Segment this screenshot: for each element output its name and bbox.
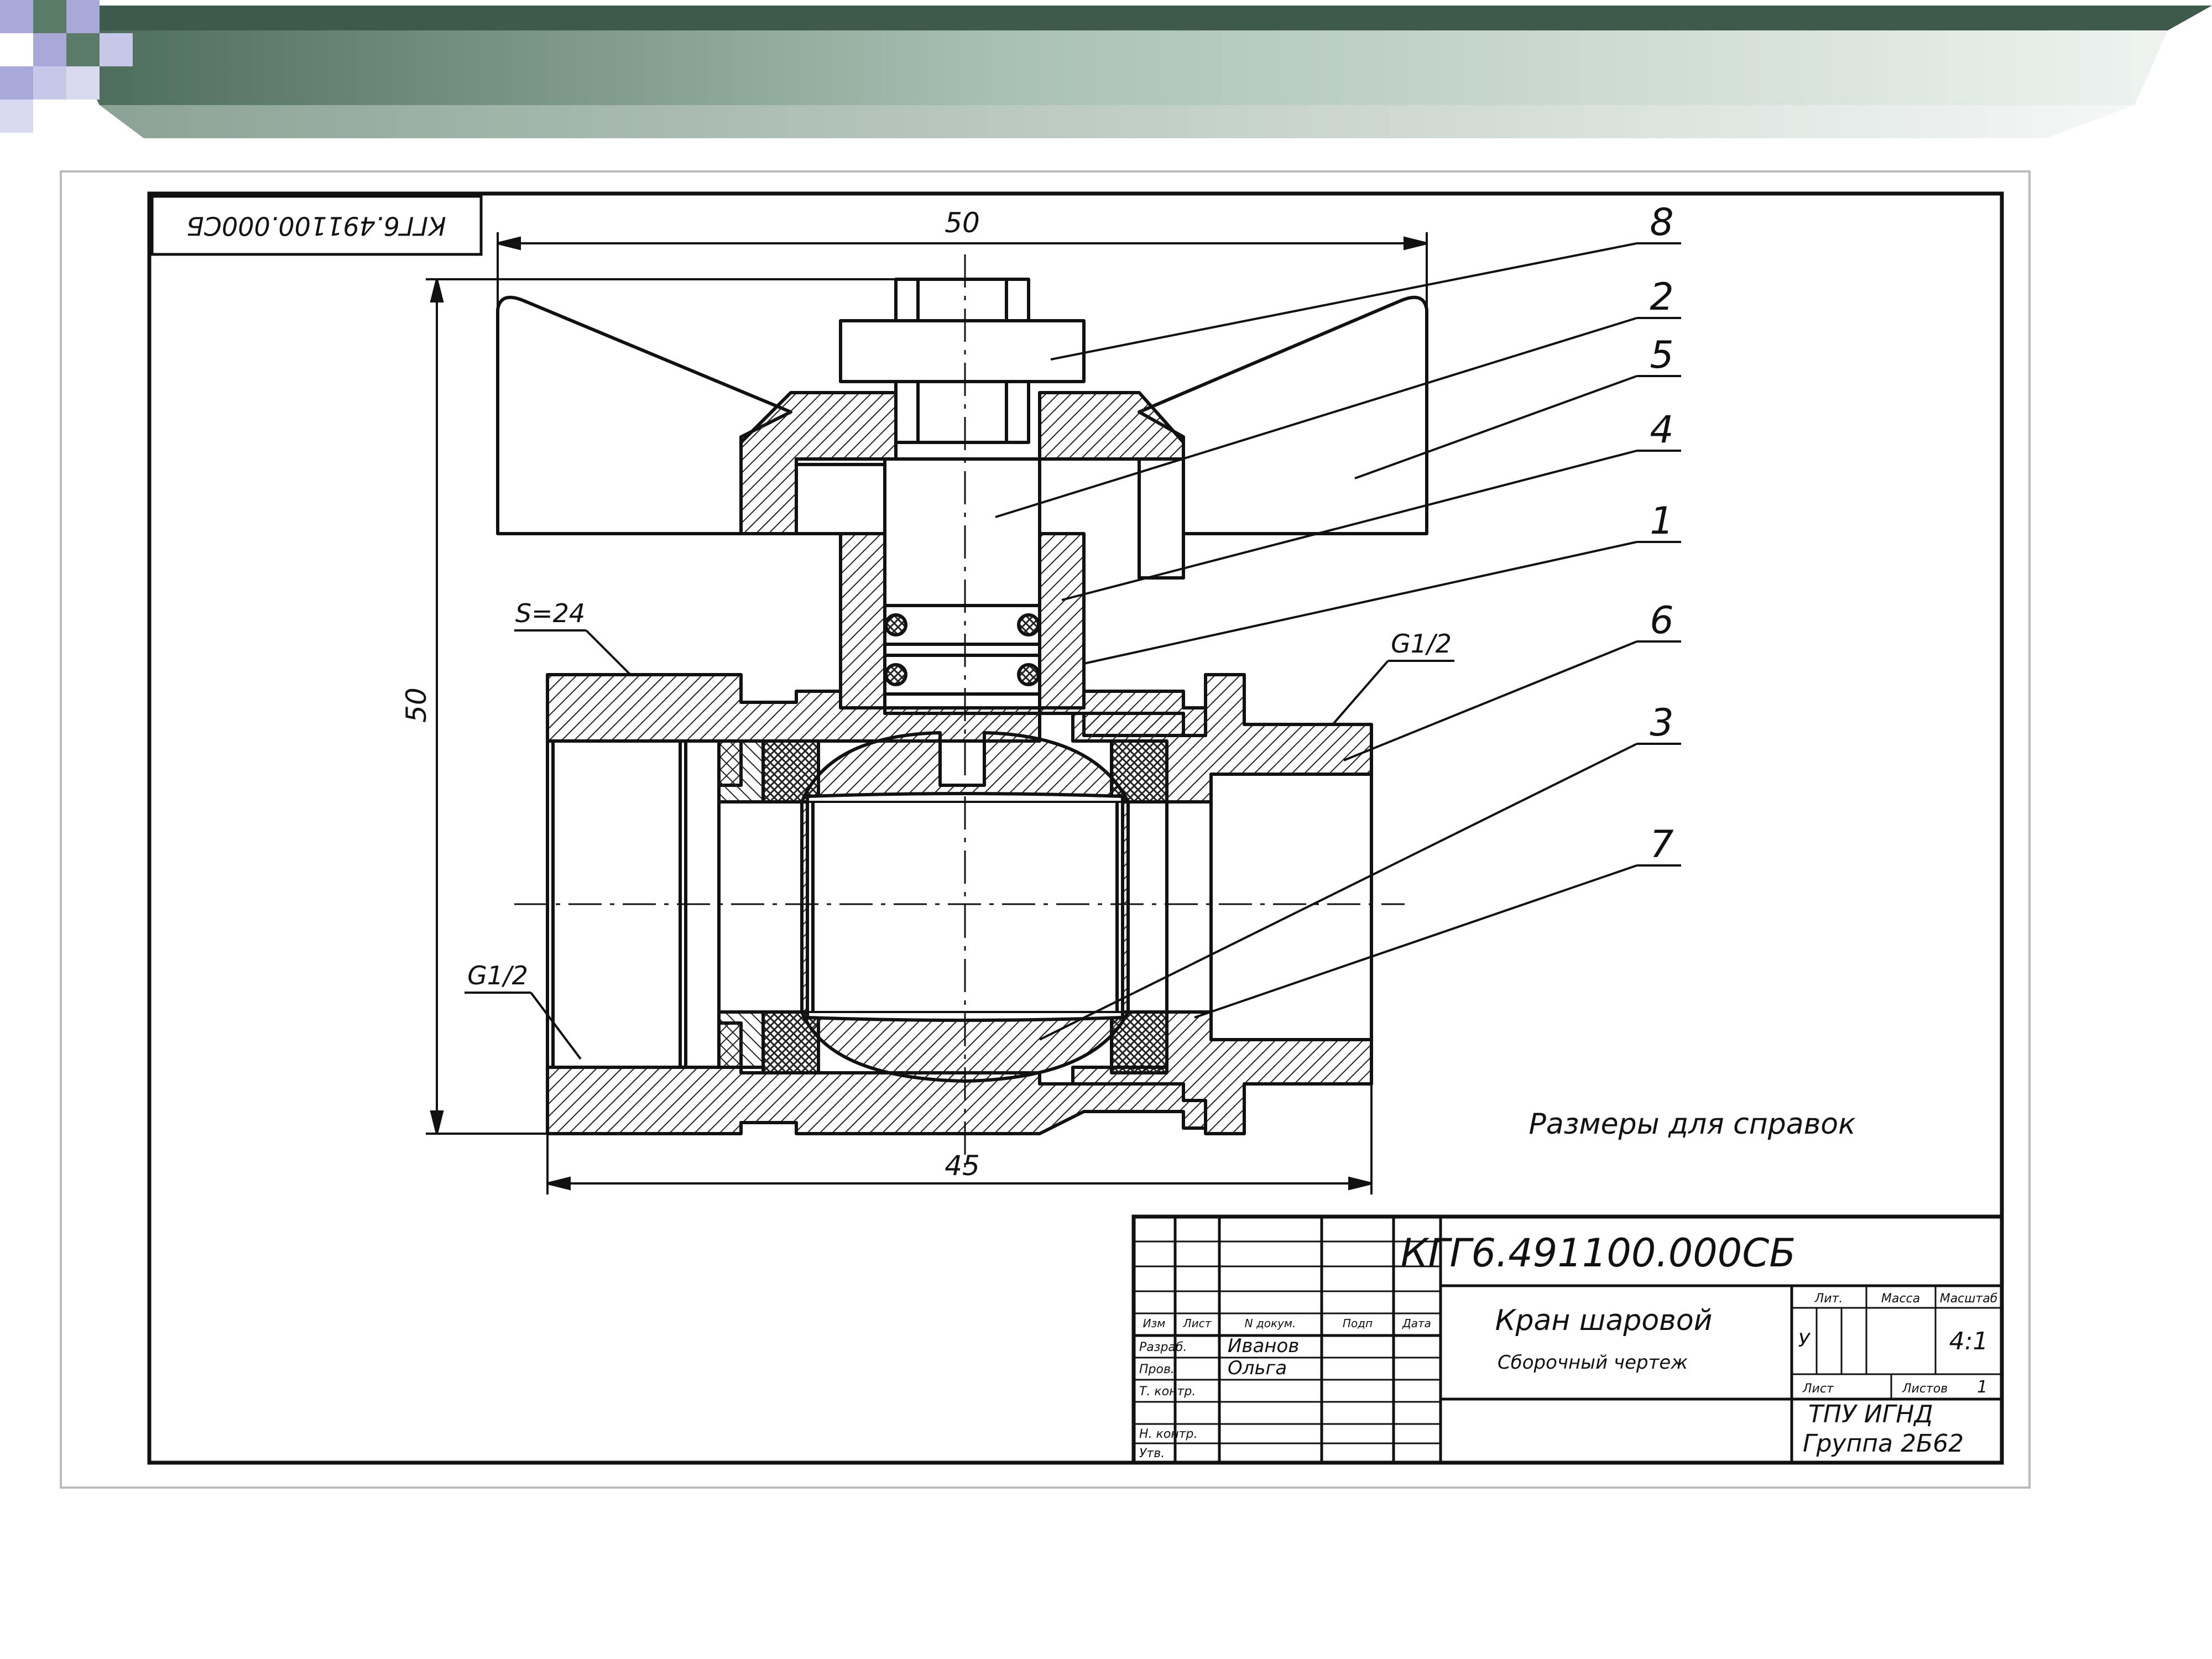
callout-8: 8 bbox=[1650, 201, 1673, 244]
callout-1: 1 bbox=[1650, 499, 1673, 543]
tb-doc-type: Сборочный чертеж bbox=[1498, 1352, 1688, 1374]
tb-scale-value: 4:1 bbox=[1949, 1327, 1989, 1355]
tb-razrab-name: Иванов bbox=[1228, 1335, 1299, 1357]
header-banner bbox=[0, 0, 2212, 138]
dim-top-label: 50 bbox=[945, 207, 980, 239]
tb-row-tkontr: Т. контр. bbox=[1139, 1385, 1196, 1399]
tb-col-izm: Изм bbox=[1143, 1317, 1166, 1330]
tb-row-prov: Пров. bbox=[1139, 1363, 1175, 1376]
drawing-canvas: КГГ6.491100.000СБ 50 50 45 S=24 G1/2 G1/… bbox=[0, 0, 2212, 1489]
tb-col-list: Лист bbox=[1183, 1317, 1212, 1330]
dim-bottom-label: 45 bbox=[945, 1150, 980, 1182]
stamp-code-text: КГГ6.491100.000СБ bbox=[186, 211, 446, 241]
label-thread-right: G1/2 bbox=[1391, 629, 1452, 659]
tb-sheets-value: 1 bbox=[1977, 1378, 1987, 1397]
tb-col-doc: N докум. bbox=[1245, 1317, 1296, 1330]
stem-nut bbox=[839, 319, 1086, 383]
tb-row-nkontr: Н. контр. bbox=[1139, 1427, 1197, 1441]
tb-prov-name: Ольга bbox=[1228, 1357, 1287, 1379]
label-s24: S=24 bbox=[515, 598, 585, 628]
dim-left-label: 50 bbox=[400, 687, 432, 723]
callout-4: 4 bbox=[1650, 408, 1673, 452]
tb-org: ТПУ ИГНД bbox=[1808, 1400, 1933, 1428]
tb-row-utv: Утв. bbox=[1139, 1447, 1165, 1460]
tb-sheet-label: Лист bbox=[1802, 1382, 1834, 1396]
tb-sheets-label: Листов bbox=[1902, 1382, 1948, 1396]
tb-row-razrab: Разраб. bbox=[1139, 1340, 1187, 1354]
tb-col-sign: Подп bbox=[1343, 1317, 1373, 1330]
tb-code: КГГ6.491100.000СБ bbox=[1401, 1230, 1796, 1276]
tb-mass-label: Масса bbox=[1881, 1292, 1920, 1306]
callout-3: 3 bbox=[1650, 701, 1673, 745]
callout-5: 5 bbox=[1650, 333, 1673, 377]
tb-scale-label: Масштаб bbox=[1940, 1292, 1998, 1306]
tb-lit-value: У bbox=[1798, 1329, 1811, 1352]
tb-name: Кран шаровой bbox=[1495, 1304, 1713, 1337]
reference-note: Размеры для справок bbox=[1528, 1108, 1856, 1141]
callout-2: 2 bbox=[1650, 275, 1673, 319]
tb-col-date: Дата bbox=[1402, 1317, 1431, 1330]
bonnet-neck bbox=[839, 532, 886, 709]
callout-6: 6 bbox=[1650, 599, 1673, 643]
label-thread-left: G1/2 bbox=[467, 961, 528, 990]
tb-lit-label: Лит. bbox=[1814, 1292, 1843, 1306]
tb-group: Группа 2Б62 bbox=[1803, 1430, 1964, 1458]
callout-7: 7 bbox=[1650, 823, 1673, 867]
